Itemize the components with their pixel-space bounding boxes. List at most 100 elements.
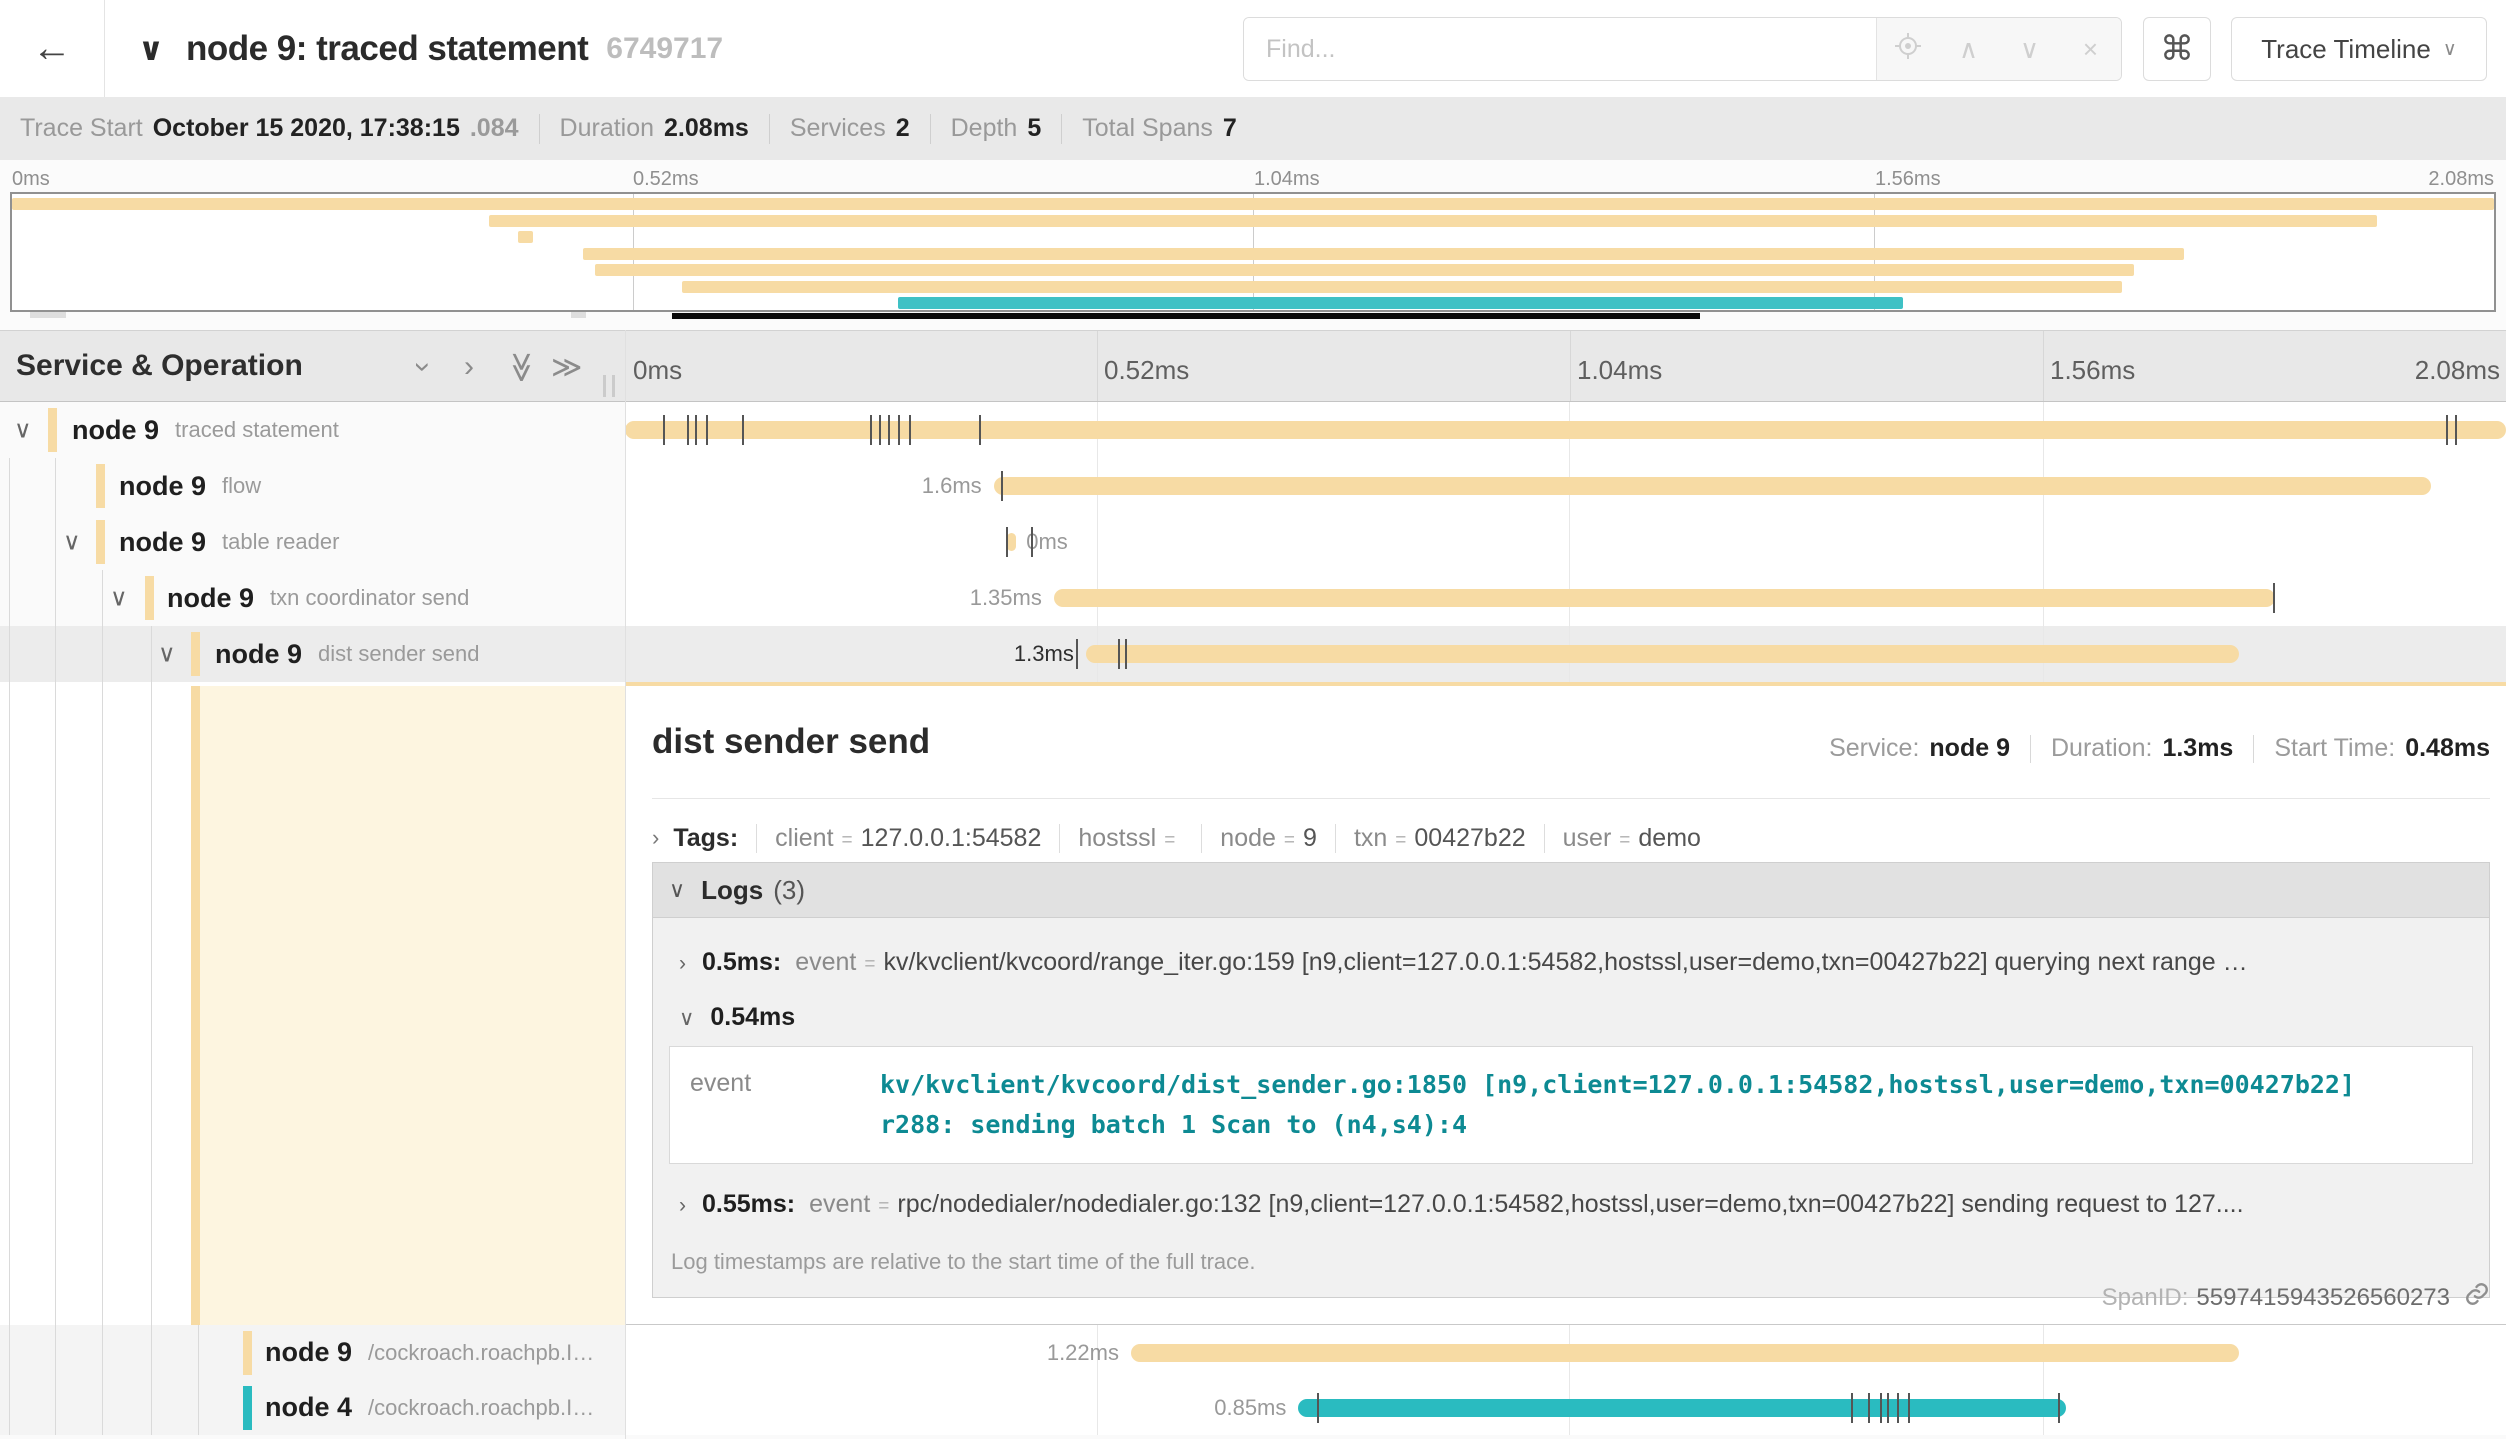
log-marker-tick bbox=[1076, 639, 1078, 669]
back-arrow-icon: ← bbox=[32, 26, 72, 71]
log-marker-tick bbox=[1851, 1393, 1853, 1423]
tags-row[interactable]: › Tags: client=127.0.0.1:54582 hostssl= … bbox=[652, 814, 2490, 862]
minimap-drag-handle[interactable] bbox=[571, 312, 586, 318]
log-marker-tick bbox=[1897, 1393, 1899, 1423]
trace-start: Trace StartOctober 15 2020, 17:38:15.084 bbox=[20, 114, 519, 143]
log-marker-tick bbox=[1317, 1393, 1319, 1423]
page-title: node 9: traced statement bbox=[186, 29, 588, 69]
tag-user: user=demo bbox=[1544, 824, 1719, 853]
log-marker-tick bbox=[898, 415, 900, 445]
timeline-minimap: 0ms 0.52ms 1.04ms 1.56ms 2.08ms bbox=[0, 160, 2506, 330]
detail-left-gutter bbox=[0, 682, 625, 1325]
expand-one-icon[interactable]: › bbox=[464, 331, 474, 403]
find-input[interactable] bbox=[1244, 18, 1876, 80]
span-timeline-cell[interactable]: 1.22ms bbox=[625, 1325, 2506, 1380]
logs-collapse-icon: ∨ bbox=[669, 877, 685, 903]
back-button[interactable]: ← bbox=[0, 0, 105, 97]
ruler-label: 1.56ms bbox=[2050, 355, 2135, 386]
span-duration-label: 1.3ms bbox=[1014, 626, 1086, 682]
trace-id: 6749717 bbox=[606, 32, 723, 66]
keyboard-shortcuts-button[interactable]: ⌘ bbox=[2143, 17, 2211, 81]
span-name-cell[interactable]: ∨ node 9 table reader bbox=[0, 514, 625, 570]
log-marker-tick bbox=[2455, 415, 2457, 445]
span-bar[interactable] bbox=[625, 421, 2506, 439]
log-fields-table: event kv/kvclient/kvcoord/dist_sender.go… bbox=[669, 1046, 2473, 1164]
expand-all-icon[interactable]: ≫ bbox=[551, 331, 582, 403]
span-name-cell[interactable]: ∨ node 9 txn coordinator send bbox=[0, 570, 625, 626]
find-prev-icon[interactable]: ∧ bbox=[1949, 34, 1989, 65]
span-timeline-cell[interactable]: 1.6ms bbox=[625, 458, 2506, 514]
collapse-one-icon[interactable]: › bbox=[418, 331, 428, 403]
span-timeline-cell[interactable]: 0ms bbox=[625, 514, 2506, 570]
expand-chevron-icon[interactable]: ∨ bbox=[110, 584, 128, 613]
span-duration-label: 1.35ms bbox=[970, 570, 1054, 626]
expand-chevron-icon[interactable]: ∨ bbox=[63, 528, 81, 557]
expand-chevron-icon[interactable]: ∨ bbox=[14, 416, 32, 445]
span-bar[interactable] bbox=[994, 477, 2431, 495]
span-row-flow: node 9 flow 1.6ms bbox=[0, 458, 2506, 514]
logs-footnote: Log timestamps are relative to the start… bbox=[669, 1233, 2473, 1281]
minimap-tick-label: 0ms bbox=[12, 168, 50, 191]
span-timeline-cell[interactable]: 1.3ms bbox=[625, 626, 2506, 682]
log-marker-tick bbox=[663, 415, 665, 445]
span-name-cell[interactable]: ∨ node 9 dist sender send bbox=[0, 626, 625, 682]
trace-view-select[interactable]: Trace Timeline ∨ bbox=[2231, 17, 2487, 81]
detail-span-meta: Service:node 9 Duration:1.3ms Start Time… bbox=[1829, 734, 2490, 763]
log-entry[interactable]: › 0.5ms: event = kv/kvclient/kvcoord/ran… bbox=[669, 932, 2473, 991]
tag-txn: txn=00427b22 bbox=[1335, 824, 1544, 853]
find-next-icon[interactable]: ∨ bbox=[2010, 34, 2050, 65]
logs-section: ∨ Logs (3) › 0.5ms: event = kv/kvclient/… bbox=[652, 862, 2490, 1298]
tags-expand-icon[interactable]: › bbox=[652, 825, 659, 851]
expand-chevron-icon[interactable]: ∨ bbox=[158, 640, 176, 669]
trace-title-group: ∨ node 9: traced statement 6749717 bbox=[138, 0, 723, 97]
span-timeline-cell[interactable]: 0.85ms bbox=[625, 1380, 2506, 1435]
span-name-cell[interactable]: node 4 /cockroach.roachpb.I… bbox=[0, 1380, 625, 1435]
span-timeline-cell[interactable] bbox=[625, 402, 2506, 458]
span-detail-panel: dist sender send Service:node 9 Duration… bbox=[0, 682, 2506, 1325]
span-name-cell[interactable]: ∨ node 9 traced statement bbox=[0, 402, 625, 458]
log-marker-tick bbox=[1118, 639, 1120, 669]
span-timeline-cell[interactable]: 1.35ms bbox=[625, 570, 2506, 626]
span-row-roachpb-node9: node 9 /cockroach.roachpb.I… 1.22ms bbox=[0, 1325, 2506, 1380]
command-icon: ⌘ bbox=[2160, 29, 2194, 69]
logs-header[interactable]: ∨ Logs (3) bbox=[652, 862, 2490, 918]
minimap-drag-handle[interactable] bbox=[30, 312, 66, 318]
minimap-span-bar bbox=[583, 248, 2184, 260]
column-resizer[interactable] bbox=[603, 375, 615, 397]
ruler-label: 0.52ms bbox=[1104, 355, 1189, 386]
log-marker-tick bbox=[695, 415, 697, 445]
log-marker-tick bbox=[979, 415, 981, 445]
span-bar[interactable] bbox=[1007, 533, 1016, 551]
trace-meta-bar: Trace StartOctober 15 2020, 17:38:15.084… bbox=[0, 97, 2506, 160]
log-entry[interactable]: › 0.55ms: event = rpc/nodedialer/nodedia… bbox=[669, 1174, 2473, 1233]
tag-hostssl: hostssl= bbox=[1059, 824, 1201, 853]
deep-link-icon[interactable] bbox=[2464, 1281, 2490, 1314]
service-operation-header: Service & Operation bbox=[16, 349, 303, 383]
locate-icon[interactable] bbox=[1888, 32, 1928, 67]
span-bar[interactable] bbox=[1131, 1344, 2239, 1362]
find-clear-icon[interactable]: × bbox=[2071, 34, 2111, 65]
log-marker-tick bbox=[1868, 1393, 1870, 1423]
log-entry-expanded-header[interactable]: ∨ 0.54ms bbox=[669, 991, 2473, 1042]
span-bar[interactable] bbox=[1054, 589, 2275, 607]
collapse-all-icon[interactable]: ≫ bbox=[506, 331, 537, 403]
log-marker-tick bbox=[909, 415, 911, 445]
span-bar[interactable] bbox=[1298, 1399, 2065, 1417]
selected-span-color-bar bbox=[191, 686, 200, 1325]
span-name-cell[interactable]: node 9 flow bbox=[0, 458, 625, 514]
minimap-tick-label: 0.52ms bbox=[633, 168, 699, 191]
minimap-span-bar bbox=[489, 215, 2378, 227]
collapse-trace-icon[interactable]: ∨ bbox=[138, 30, 164, 68]
span-name-cell[interactable]: node 9 /cockroach.roachpb.I… bbox=[0, 1325, 625, 1380]
top-bar: ← ∨ node 9: traced statement 6749717 ∧ ∨… bbox=[0, 0, 2506, 97]
detail-span-title: dist sender send bbox=[652, 722, 930, 762]
trace-total-spans: Total Spans7 bbox=[1082, 114, 1237, 143]
span-row-traced-statement: ∨ node 9 traced statement bbox=[0, 402, 2506, 458]
log-marker-tick bbox=[1908, 1393, 1910, 1423]
minimap-tick-label: 2.08ms bbox=[2428, 168, 2494, 191]
log-marker-tick bbox=[742, 415, 744, 445]
span-bar[interactable] bbox=[1086, 645, 2239, 663]
tree-timeline-divider[interactable] bbox=[625, 330, 626, 1439]
minimap-canvas[interactable] bbox=[10, 192, 2496, 312]
minimap-scrollbar[interactable] bbox=[672, 313, 1700, 319]
